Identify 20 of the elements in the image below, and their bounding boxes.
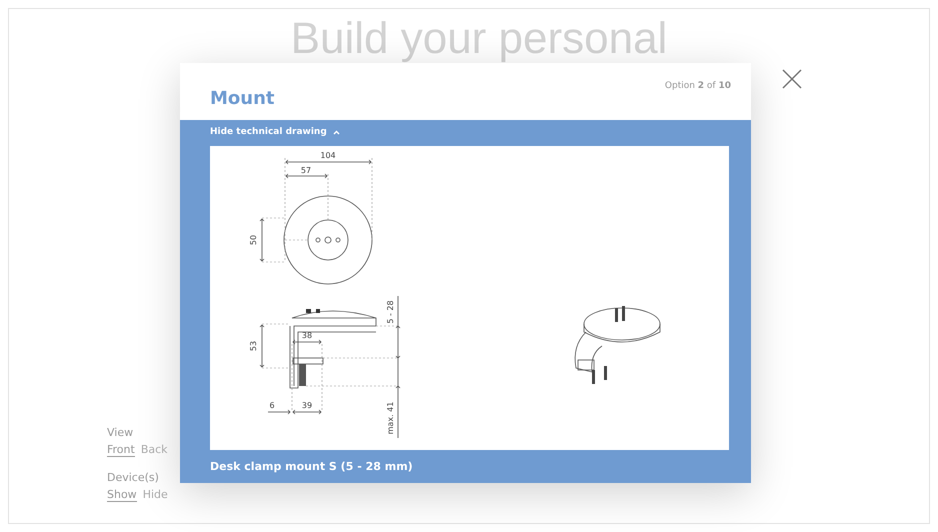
dialog-title: Mount bbox=[210, 87, 275, 111]
dimension-label: 6 bbox=[269, 400, 275, 410]
caret-icon bbox=[332, 130, 340, 136]
dimension-label: 53 bbox=[249, 340, 258, 351]
view-option[interactable]: Back bbox=[140, 442, 168, 456]
dimension-label: 50 bbox=[249, 234, 258, 245]
drawing-toggle[interactable]: Hide technical drawing bbox=[210, 126, 340, 140]
view-option[interactable]: Hide bbox=[142, 488, 168, 500]
dimension-label: 57 bbox=[300, 166, 312, 174]
dimension-label: max. 41 bbox=[386, 401, 395, 434]
dimension-label: 38 bbox=[302, 330, 312, 340]
devices-label: Device(s) bbox=[107, 471, 159, 484]
view-option[interactable]: Front bbox=[107, 442, 135, 456]
dimension-label: 104 bbox=[320, 150, 336, 160]
option-counter: Option 2 of 10 bbox=[664, 80, 731, 93]
view-option[interactable]: Show bbox=[107, 488, 137, 502]
view-label: View bbox=[107, 426, 134, 439]
product-caption: Desk clamp mount S (5 - 28 mm) bbox=[210, 458, 414, 474]
dimension-label: 39 bbox=[302, 400, 312, 410]
dimension-label: 5 - 28 bbox=[386, 300, 395, 324]
